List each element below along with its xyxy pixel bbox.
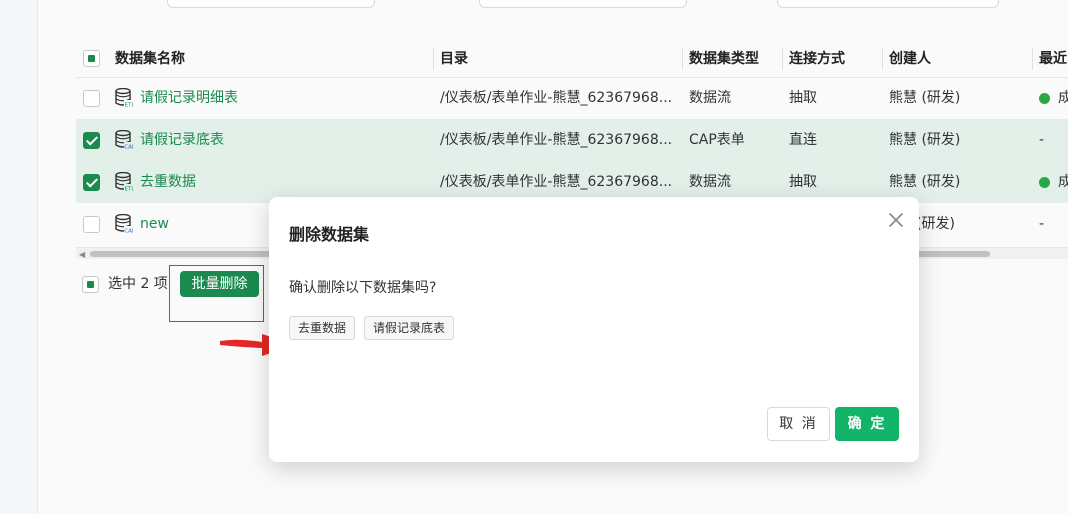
database-cap-icon: CAP bbox=[115, 214, 133, 234]
column-divider[interactable] bbox=[1032, 48, 1033, 70]
row-checkbox[interactable] bbox=[83, 90, 100, 107]
dataset-directory: /仪表板/表单作业-熊慧_62367968... bbox=[440, 90, 673, 106]
column-divider[interactable] bbox=[433, 48, 434, 70]
row-checkbox[interactable] bbox=[83, 174, 100, 191]
svg-text:ETL: ETL bbox=[125, 187, 134, 193]
column-divider[interactable] bbox=[782, 48, 783, 70]
dataset-directory: /仪表板/表单作业-熊慧_62367968... bbox=[440, 132, 673, 148]
database-etl-icon: ETL bbox=[115, 88, 133, 108]
confirm-button[interactable]: 确 定 bbox=[835, 407, 899, 441]
success-dot-icon bbox=[1039, 176, 1050, 188]
dataset-name-link[interactable]: 请假记录明细表 bbox=[140, 77, 238, 119]
database-cap-icon: CAP bbox=[115, 130, 133, 150]
filter-input[interactable] bbox=[777, 0, 999, 8]
svg-text:CAP: CAP bbox=[124, 145, 133, 151]
header-creator[interactable]: 创建人 bbox=[889, 40, 931, 78]
header-directory[interactable]: 目录 bbox=[440, 40, 468, 78]
annotation-highlight-box bbox=[169, 265, 264, 322]
select-all-checkbox[interactable] bbox=[83, 50, 100, 67]
row-checkbox[interactable] bbox=[83, 132, 100, 149]
dataset-name-link[interactable]: new bbox=[140, 203, 169, 245]
header-name[interactable]: 数据集名称 bbox=[115, 40, 185, 78]
dataset-creator: 熊慧 (研发) bbox=[889, 90, 961, 106]
left-sidebar-strip bbox=[0, 0, 38, 514]
dataset-tag: 去重数据 bbox=[289, 316, 356, 340]
dataset-name-link[interactable]: 去重数据 bbox=[140, 161, 196, 203]
dataset-connection: 抽取 bbox=[789, 90, 817, 106]
scroll-left-icon[interactable]: ◀ bbox=[79, 250, 85, 259]
header-connection[interactable]: 连接方式 bbox=[789, 40, 845, 78]
database-etl-icon: ETL bbox=[115, 172, 133, 192]
dataset-creator: (研发) bbox=[916, 216, 955, 232]
dataset-creator: 熊慧 (研发) bbox=[889, 132, 961, 148]
dialog-title: 删除数据集 bbox=[289, 225, 370, 244]
delete-dataset-dialog: 删除数据集 确认删除以下数据集吗? 去重数据 请假记录底表 取 消 确 定 bbox=[269, 197, 919, 462]
column-divider[interactable] bbox=[882, 48, 883, 70]
header-recent[interactable]: 最近 bbox=[1039, 40, 1067, 78]
table-row[interactable]: ETL 请假记录明细表 /仪表板/表单作业-熊慧_62367968... 数据流… bbox=[76, 77, 1068, 119]
dataset-type: CAP表单 bbox=[689, 132, 745, 148]
footer-select-all-checkbox[interactable] bbox=[82, 276, 99, 293]
svg-text:CAP: CAP bbox=[124, 229, 133, 235]
dataset-connection: 直连 bbox=[789, 132, 817, 148]
success-dot-icon bbox=[1039, 92, 1050, 104]
dataset-status: 成 bbox=[1039, 77, 1068, 119]
column-divider[interactable] bbox=[682, 48, 683, 70]
table-header: 数据集名称 目录 数据集类型 连接方式 创建人 最近 bbox=[76, 40, 1068, 78]
selected-count-text: 选中 2 项 bbox=[108, 276, 168, 292]
table-row[interactable]: CAP 请假记录底表 /仪表板/表单作业-熊慧_62367968... CAP表… bbox=[76, 119, 1068, 161]
cancel-button[interactable]: 取 消 bbox=[767, 407, 830, 441]
dataset-name-link[interactable]: 请假记录底表 bbox=[140, 119, 224, 161]
close-icon[interactable] bbox=[885, 209, 907, 231]
row-checkbox[interactable] bbox=[83, 216, 100, 233]
dataset-type: 数据流 bbox=[689, 90, 731, 106]
dataset-status: 成 bbox=[1039, 161, 1068, 203]
svg-text:ETL: ETL bbox=[125, 103, 134, 109]
dataset-tag: 请假记录底表 bbox=[364, 316, 455, 340]
confirm-message: 确认删除以下数据集吗? bbox=[289, 280, 437, 296]
header-type[interactable]: 数据集类型 bbox=[689, 40, 759, 78]
dataset-status: - bbox=[1039, 132, 1045, 148]
filter-input[interactable] bbox=[167, 0, 375, 8]
filter-input[interactable] bbox=[479, 0, 687, 8]
dataset-status: - bbox=[1039, 216, 1045, 232]
